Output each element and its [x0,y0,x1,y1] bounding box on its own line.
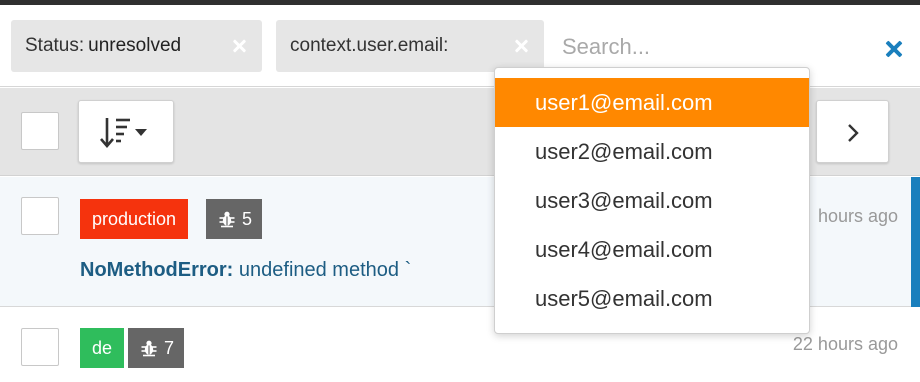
bug-icon [219,211,235,228]
environment-badge: de [80,328,125,368]
caret-down-icon [135,129,147,136]
suggestion-item[interactable]: user1@email.com [495,78,809,127]
suggestion-item[interactable]: user3@email.com [495,176,809,225]
close-icon[interactable] [884,39,904,59]
selected-row-indicator [911,177,920,307]
issue-timestamp: 22 hours ago [792,334,898,354]
error-message: undefined method ` [238,259,412,281]
remove-filter-icon[interactable] [514,39,528,53]
suggestion-item[interactable]: user4@email.com [495,225,809,274]
next-page-button[interactable] [816,100,889,163]
issue-checkbox[interactable] [21,328,59,366]
issue-checkbox[interactable] [21,197,59,235]
issue-title[interactable]: NoMethodError: undefined method ` [80,259,411,282]
remove-filter-icon[interactable] [232,39,246,53]
occurrence-count: 5 [242,208,253,229]
filter-chip-label: context.user.email: [290,35,449,56]
filter-chip-status[interactable]: Status: unresolved [11,20,262,72]
autocomplete-dropdown: user1@email.com user2@email.com user3@em… [494,67,810,334]
occurrence-count: 7 [164,337,175,358]
error-class: NoMethodError: [80,259,234,281]
bug-icon [141,340,157,357]
filter-chip-value: unresolved [88,35,182,56]
filter-chip-user-email[interactable]: context.user.email: [276,20,544,72]
filter-chip-label: Status: [25,35,85,56]
environment-badge: production [80,199,189,239]
sort-button[interactable] [78,100,174,163]
suggestion-item[interactable]: user5@email.com [495,274,809,323]
occurrence-count-badge: 5 [206,199,263,239]
search-input[interactable] [548,27,848,67]
sort-descending-icon [100,118,147,148]
select-all-checkbox[interactable] [21,112,59,150]
suggestion-item[interactable]: user2@email.com [495,127,809,176]
chevron-right-icon [848,124,859,142]
occurrence-count-badge: 7 [128,328,185,368]
issue-timestamp: hours ago [817,206,898,226]
